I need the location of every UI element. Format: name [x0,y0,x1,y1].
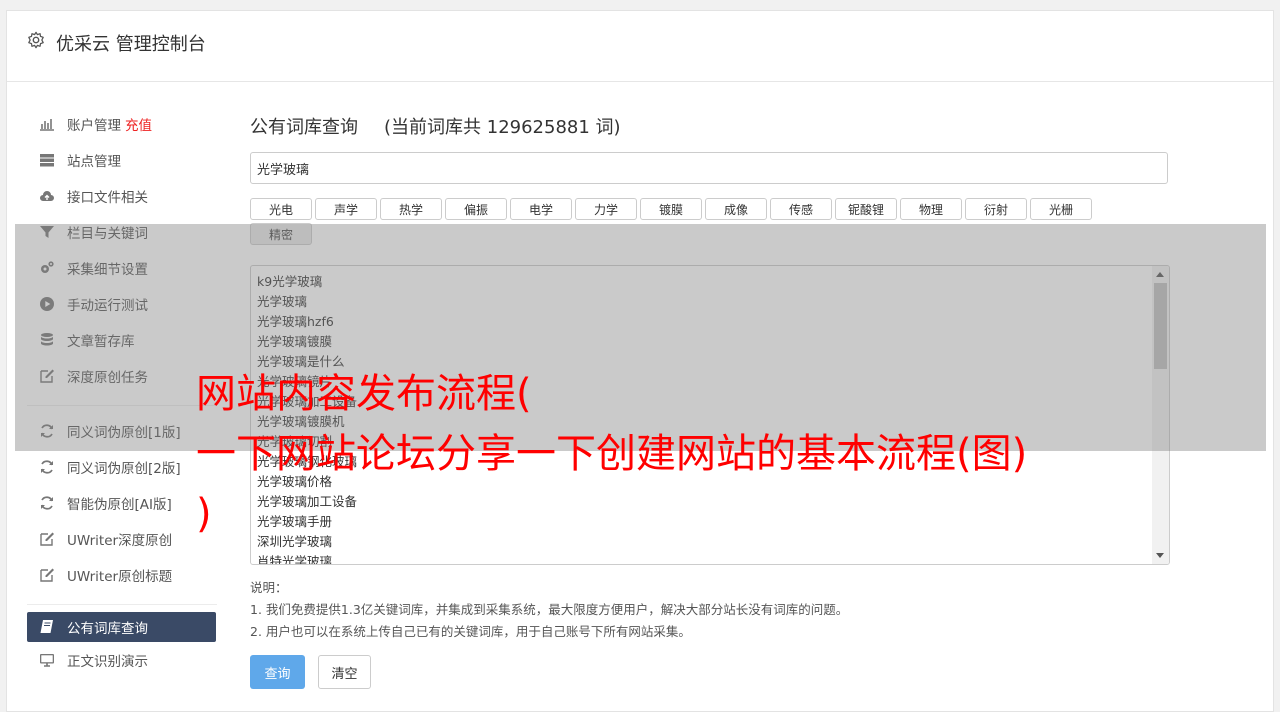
button-bar: 查询 清空 [250,655,1170,689]
tag-button[interactable]: 光电 [250,198,312,220]
search-input[interactable]: 光学玻璃 [250,152,1168,184]
page-title: 公有词库查询 (当前词库共 129625881 词) [250,111,1170,141]
edit-icon [38,531,56,547]
note-item: 1. 我们免费提供1.3亿关键词库，并集成到采集系统，最大限度方便用户，解决大部… [250,602,849,617]
tag-button[interactable]: 热学 [380,198,442,220]
sidebar-item[interactable]: 公有词库查询 [27,612,216,642]
headline-line: 一下网站论坛分享一下创建网站的基本流程(图) [196,431,1028,477]
note-item: 2. 用户也可以在系统上传自己已有的关键词库，用于自己账号下所有网站采集。 [250,624,691,639]
sidebar-item[interactable]: UWriter原创标题 [27,557,216,593]
sidebar-item-label: UWriter原创标题 [67,569,173,585]
headline-overlay: 网站内容发布流程( 一下网站论坛分享一下创建网站的基本流程(图) ) [196,364,1196,544]
sidebar-item[interactable]: 同义词伪原创[2版] [27,449,216,485]
sidebar-item-label: 账户管理 [67,118,121,134]
refresh-icon [38,495,56,511]
tag-button[interactable]: 物理 [900,198,962,220]
page-title-text: 公有词库查询 [250,117,358,138]
header: 优采云 管理控制台 [7,11,1273,82]
sidebar-divider [27,604,217,605]
tag-button[interactable]: 镀膜 [640,198,702,220]
notes: 说明： 1. 我们免费提供1.3亿关键词库，并集成到采集系统，最大限度方便用户，… [250,577,1170,643]
tag-button[interactable]: 声学 [315,198,377,220]
tag-button[interactable]: 光栅 [1030,198,1092,220]
tag-button[interactable]: 衍射 [965,198,1027,220]
sidebar-item[interactable]: 正文识别演示 [27,642,216,678]
clear-button[interactable]: 清空 [318,655,371,689]
refresh-icon [38,459,56,475]
gear-icon [28,31,44,49]
sidebar-item[interactable]: UWriter深度原创 [27,521,216,557]
recharge-link[interactable]: 充值 [125,114,152,134]
cloud-upload-icon [38,188,56,204]
query-button[interactable]: 查询 [250,655,305,689]
sidebar-item-label: 站点管理 [67,154,121,170]
headline-line: 网站内容发布流程( [196,371,532,417]
tag-button[interactable]: 铌酸锂 [835,198,897,220]
monitor-icon [38,652,56,668]
sidebar-item-label: 接口文件相关 [67,190,148,206]
sidebar-item-label: 同义词伪原创[2版] [67,461,181,477]
tag-button[interactable]: 成像 [705,198,767,220]
edit-icon [38,567,56,583]
sidebar-item-label: 智能伪原创[AI版] [67,497,172,513]
sidebar-item[interactable]: 站点管理 [27,142,216,178]
tag-button[interactable]: 电学 [510,198,572,220]
scroll-down-icon[interactable] [1156,553,1164,558]
tag-button[interactable]: 偏振 [445,198,507,220]
tag-button[interactable]: 力学 [575,198,637,220]
sidebar-item[interactable]: 账户管理 充值 [27,106,216,142]
list-item[interactable]: 肖特光学玻璃 [251,552,1169,564]
sidebar-item-label: UWriter深度原创 [67,533,173,549]
book-icon [38,619,56,635]
app-title: 优采云 管理控制台 [56,34,206,55]
server-icon [38,152,56,168]
sidebar-item-label: 正文识别演示 [67,654,148,670]
sidebar-item-label: 公有词库查询 [67,621,148,637]
headline-line: ) [196,491,212,537]
tag-button[interactable]: 传感 [770,198,832,220]
bar-chart-icon [38,116,56,132]
sidebar-item[interactable]: 接口文件相关 [27,178,216,214]
word-count: (当前词库共 129625881 词) [384,117,621,138]
notes-title: 说明： [250,580,288,595]
sidebar-item[interactable]: 智能伪原创[AI版] [27,485,216,521]
